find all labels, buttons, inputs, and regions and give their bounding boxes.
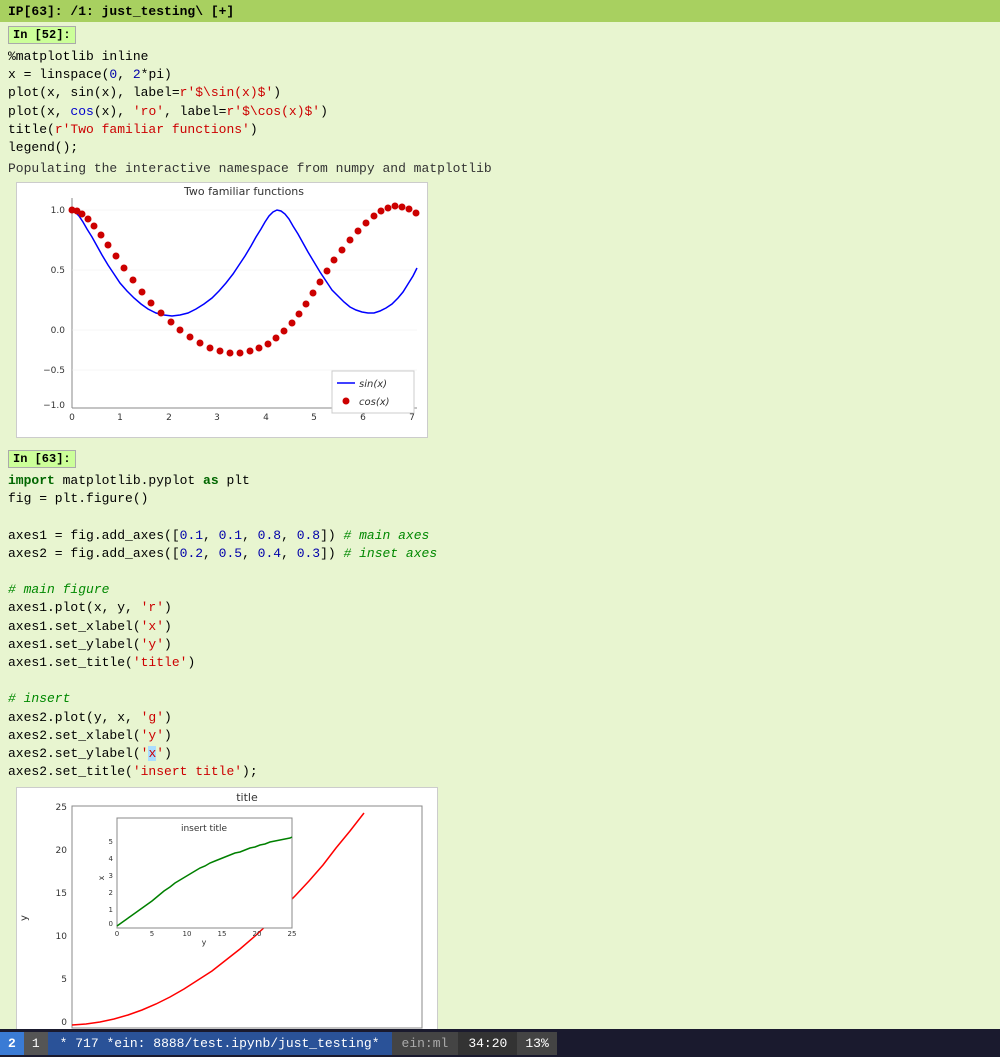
svg-text:1: 1 [117, 413, 123, 423]
svg-text:7: 7 [409, 413, 415, 423]
svg-text:25: 25 [56, 803, 67, 813]
svg-text:6: 6 [360, 413, 366, 423]
code-line: axes2.set_xlabel('y') [8, 727, 992, 745]
svg-text:3: 3 [109, 872, 113, 880]
svg-text:sin(x): sin(x) [359, 379, 387, 390]
cell-2-label[interactable]: In [63]: [8, 450, 76, 468]
svg-text:25: 25 [288, 930, 297, 938]
svg-text:10: 10 [56, 932, 68, 942]
svg-text:−1.0: −1.0 [43, 401, 65, 411]
status-left: 2 1 * 717 *ein: 8888/test.ipynb/just_tes… [0, 1032, 392, 1055]
svg-text:y: y [19, 915, 30, 921]
cell-2-code: import matplotlib.pyplot as plt fig = pl… [8, 470, 992, 783]
notebook: In [52]: %matplotlib inline x = linspace… [0, 22, 1000, 1029]
svg-text:0: 0 [69, 413, 75, 423]
code-line: axes2.set_title('insert title'); [8, 763, 992, 781]
svg-text:5: 5 [311, 413, 317, 423]
code-line [8, 509, 992, 527]
code-line: axes1.plot(x, y, 'r') [8, 599, 992, 617]
code-line: axes1.set_ylabel('y') [8, 636, 992, 654]
status-mode: ein:ml [392, 1032, 459, 1055]
svg-text:0.5: 0.5 [51, 266, 65, 276]
svg-text:1: 1 [109, 906, 113, 914]
svg-text:x: x [97, 876, 106, 881]
cell-1-code: %matplotlib inline x = linspace(0, 2*pi)… [8, 46, 992, 159]
status-bar: 2 1 * 717 *ein: 8888/test.ipynb/just_tes… [0, 1029, 1000, 1057]
title-text: IP[63]: /1: just_testing\ [+] [8, 4, 234, 19]
status-num2[interactable]: 1 [24, 1032, 48, 1055]
svg-text:15: 15 [56, 889, 67, 899]
svg-text:20: 20 [56, 846, 68, 856]
svg-text:10: 10 [183, 930, 192, 938]
svg-text:4: 4 [263, 413, 269, 423]
svg-text:15: 15 [218, 930, 227, 938]
svg-text:0: 0 [109, 920, 113, 928]
status-file: * 717 *ein: 8888/test.ipynb/just_testing… [48, 1032, 392, 1055]
plot-1-title: Two familiar functions [183, 185, 304, 198]
cell-1: In [52]: %matplotlib inline x = linspace… [0, 22, 1000, 446]
plot-1-svg: Two familiar functions 1.0 0.5 0.0 −0.5 … [17, 183, 427, 433]
code-line: axes2.plot(y, x, 'g') [8, 709, 992, 727]
code-line: fig = plt.figure() [8, 490, 992, 508]
code-line: title(r'Two familiar functions') [8, 121, 992, 139]
cell-1-label[interactable]: In [52]: [8, 26, 76, 44]
svg-text:2: 2 [109, 889, 113, 897]
code-line: plot(x, sin(x), label=r'$\sin(x)$') [8, 84, 992, 102]
status-position: 34:20 [458, 1032, 517, 1055]
code-line: legend(); [8, 139, 992, 157]
svg-text:3: 3 [214, 413, 220, 423]
code-line: %matplotlib inline [8, 48, 992, 66]
status-percent: 13% [517, 1032, 556, 1055]
code-line: axes2.set_ylabel('x') [8, 745, 992, 763]
code-line: # main figure [8, 581, 992, 599]
svg-text:−0.5: −0.5 [43, 366, 65, 376]
svg-text:insert title: insert title [181, 824, 228, 834]
code-line: axes1 = fig.add_axes([0.1, 0.1, 0.8, 0.8… [8, 527, 992, 545]
code-line: plot(x, cos(x), 'ro', label=r'$\cos(x)$'… [8, 103, 992, 121]
plot-1: Two familiar functions 1.0 0.5 0.0 −0.5 … [16, 182, 428, 438]
svg-text:5: 5 [150, 930, 154, 938]
code-line [8, 672, 992, 690]
plot-2-main-title: title [236, 791, 258, 804]
status-filename: *ein: 8888/test.ipynb/just_testing* [106, 1036, 379, 1051]
code-line: import matplotlib.pyplot as plt [8, 472, 992, 490]
svg-text:2: 2 [166, 413, 172, 423]
cell-1-output: Populating the interactive namespace fro… [8, 159, 992, 178]
svg-text:0: 0 [61, 1018, 67, 1028]
svg-text:0: 0 [115, 930, 119, 938]
plot-2: title 25 20 15 10 5 0 0 1 2 3 4 5 [16, 787, 438, 1029]
code-line [8, 563, 992, 581]
plot-2-svg: title 25 20 15 10 5 0 0 1 2 3 4 5 [17, 788, 437, 1029]
svg-text:4: 4 [109, 855, 114, 863]
svg-text:5: 5 [61, 975, 67, 985]
title-bar: IP[63]: /1: just_testing\ [+] [0, 0, 1000, 22]
status-indicator: * [60, 1036, 68, 1051]
svg-text:20: 20 [253, 930, 262, 938]
cell-2: In [63]: import matplotlib.pyplot as plt… [0, 446, 1000, 1029]
svg-text:y: y [202, 938, 207, 947]
code-line: # insert [8, 690, 992, 708]
code-line: axes1.set_xlabel('x') [8, 618, 992, 636]
code-line: axes1.set_title('title') [8, 654, 992, 672]
svg-text:cos(x): cos(x) [359, 397, 390, 408]
status-num1[interactable]: 2 [0, 1032, 24, 1055]
svg-text:5: 5 [109, 838, 113, 846]
svg-text:1.0: 1.0 [51, 206, 66, 216]
svg-text:0.0: 0.0 [51, 326, 66, 336]
status-line-count: 717 [75, 1036, 98, 1051]
code-line: x = linspace(0, 2*pi) [8, 66, 992, 84]
code-line: axes2 = fig.add_axes([0.2, 0.5, 0.4, 0.3… [8, 545, 992, 563]
